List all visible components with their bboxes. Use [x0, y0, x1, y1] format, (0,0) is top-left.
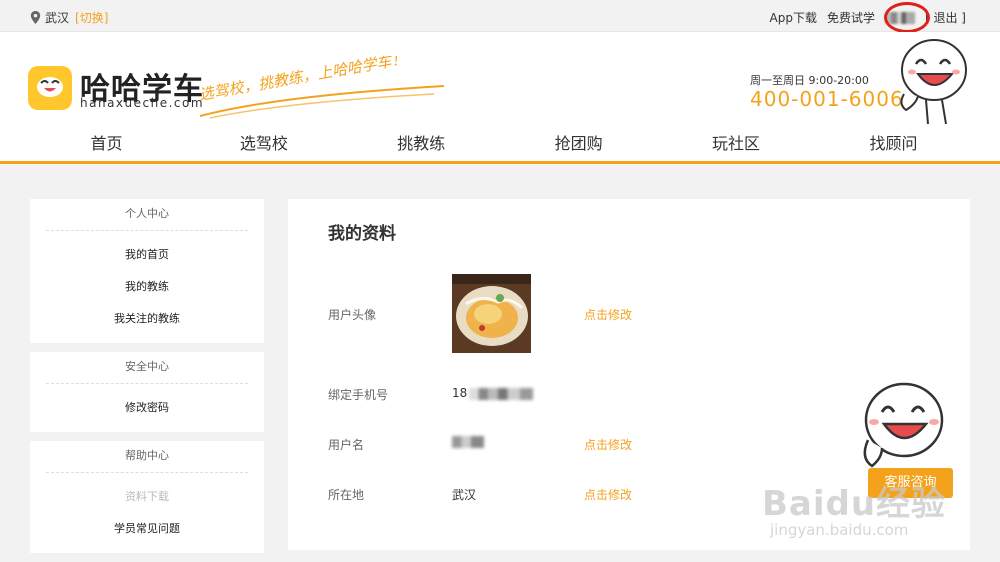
username-blurred-value [452, 436, 484, 448]
username-label: 用户名 [328, 438, 365, 452]
nav-home[interactable]: 首页 [28, 128, 185, 160]
sidebar-heading-security: 安全中心 [46, 352, 248, 384]
sidebar-heading-help: 帮助中心 [46, 441, 248, 473]
slogan: 选驾校，挑教练，上哈哈学车！ [198, 56, 445, 119]
nav-group-buy[interactable]: 抢团购 [500, 128, 657, 160]
sidebar-item-followed-coaches[interactable]: 我关注的教练 [30, 303, 264, 335]
nav-choose-school[interactable]: 选驾校 [185, 128, 342, 160]
sidebar-personal-center: 个人中心 我的首页 我的教练 我关注的教练 [30, 199, 264, 343]
customer-service-mascot-icon[interactable] [858, 378, 950, 478]
hotline-number: 400-001-6006 [750, 87, 904, 111]
logout-link[interactable]: [ 退出 ] [925, 9, 966, 26]
app-download-link[interactable]: App下载 [770, 9, 817, 26]
switch-city-link[interactable]: [切换] [75, 9, 108, 26]
phone-prefix: 18 [452, 386, 468, 400]
baidu-watermark: Baidu经验 jingyan.baidu.com [762, 476, 946, 539]
location-pin-icon [30, 11, 41, 24]
mascot-icon [900, 39, 967, 125]
free-trial-link[interactable]: 免费试学 [827, 9, 875, 26]
sidebar-heading-personal: 个人中心 [46, 199, 248, 231]
site-header: 哈哈学车 hahaxueche.com 选驾校，挑教练，上哈哈学车！ 周一至周日… [0, 32, 1000, 164]
username-value [452, 436, 484, 451]
highlight-circle [884, 2, 930, 33]
nav-community[interactable]: 玩社区 [658, 128, 815, 160]
nav-choose-coach[interactable]: 挑教练 [343, 128, 500, 160]
phone-label: 绑定手机号 [328, 388, 389, 402]
logo-url: hahaxueche.com [80, 96, 205, 110]
user-avatar[interactable] [452, 274, 531, 353]
top-bar: 武汉 [切换] App下载 免费试学 [ 退出 ] [0, 0, 1000, 33]
location-label: 所在地 [328, 488, 365, 502]
phone-value: 18 [452, 386, 534, 400]
page-title: 我的资料 [328, 224, 396, 244]
sidebar-item-faq[interactable]: 学员常见问题 [30, 513, 264, 545]
main-nav: 首页 选驾校 挑教练 抢团购 玩社区 找顾问 [28, 128, 972, 160]
sidebar-security-center: 安全中心 修改密码 [30, 352, 264, 432]
sidebar-help-center: 帮助中心 资料下载 学员常见问题 [30, 441, 264, 553]
sidebar-item-change-password[interactable]: 修改密码 [30, 392, 264, 424]
edit-location-link[interactable]: 点击修改 [584, 486, 632, 503]
location-selector: 武汉 [切换] [30, 9, 108, 26]
service-hours: 周一至周日 9:00-20:00 [750, 74, 869, 87]
watermark-brand: Baidu经验 [762, 484, 947, 524]
sidebar-item-my-coach[interactable]: 我的教练 [30, 271, 264, 303]
location-value: 武汉 [452, 488, 477, 502]
slogan-text: 选驾校，挑教练，上哈哈学车！ [198, 56, 408, 104]
avatar-label: 用户头像 [328, 308, 377, 322]
phone-blurred [469, 387, 534, 400]
city-label: 武汉 [45, 11, 70, 25]
sidebar-item-downloads[interactable]: 资料下载 [30, 481, 264, 513]
edit-avatar-link[interactable]: 点击修改 [584, 306, 632, 323]
nav-advisor[interactable]: 找顾问 [815, 128, 972, 160]
sidebar-item-my-home[interactable]: 我的首页 [30, 239, 264, 271]
logo-icon[interactable] [28, 66, 72, 110]
edit-username-link[interactable]: 点击修改 [584, 436, 632, 453]
